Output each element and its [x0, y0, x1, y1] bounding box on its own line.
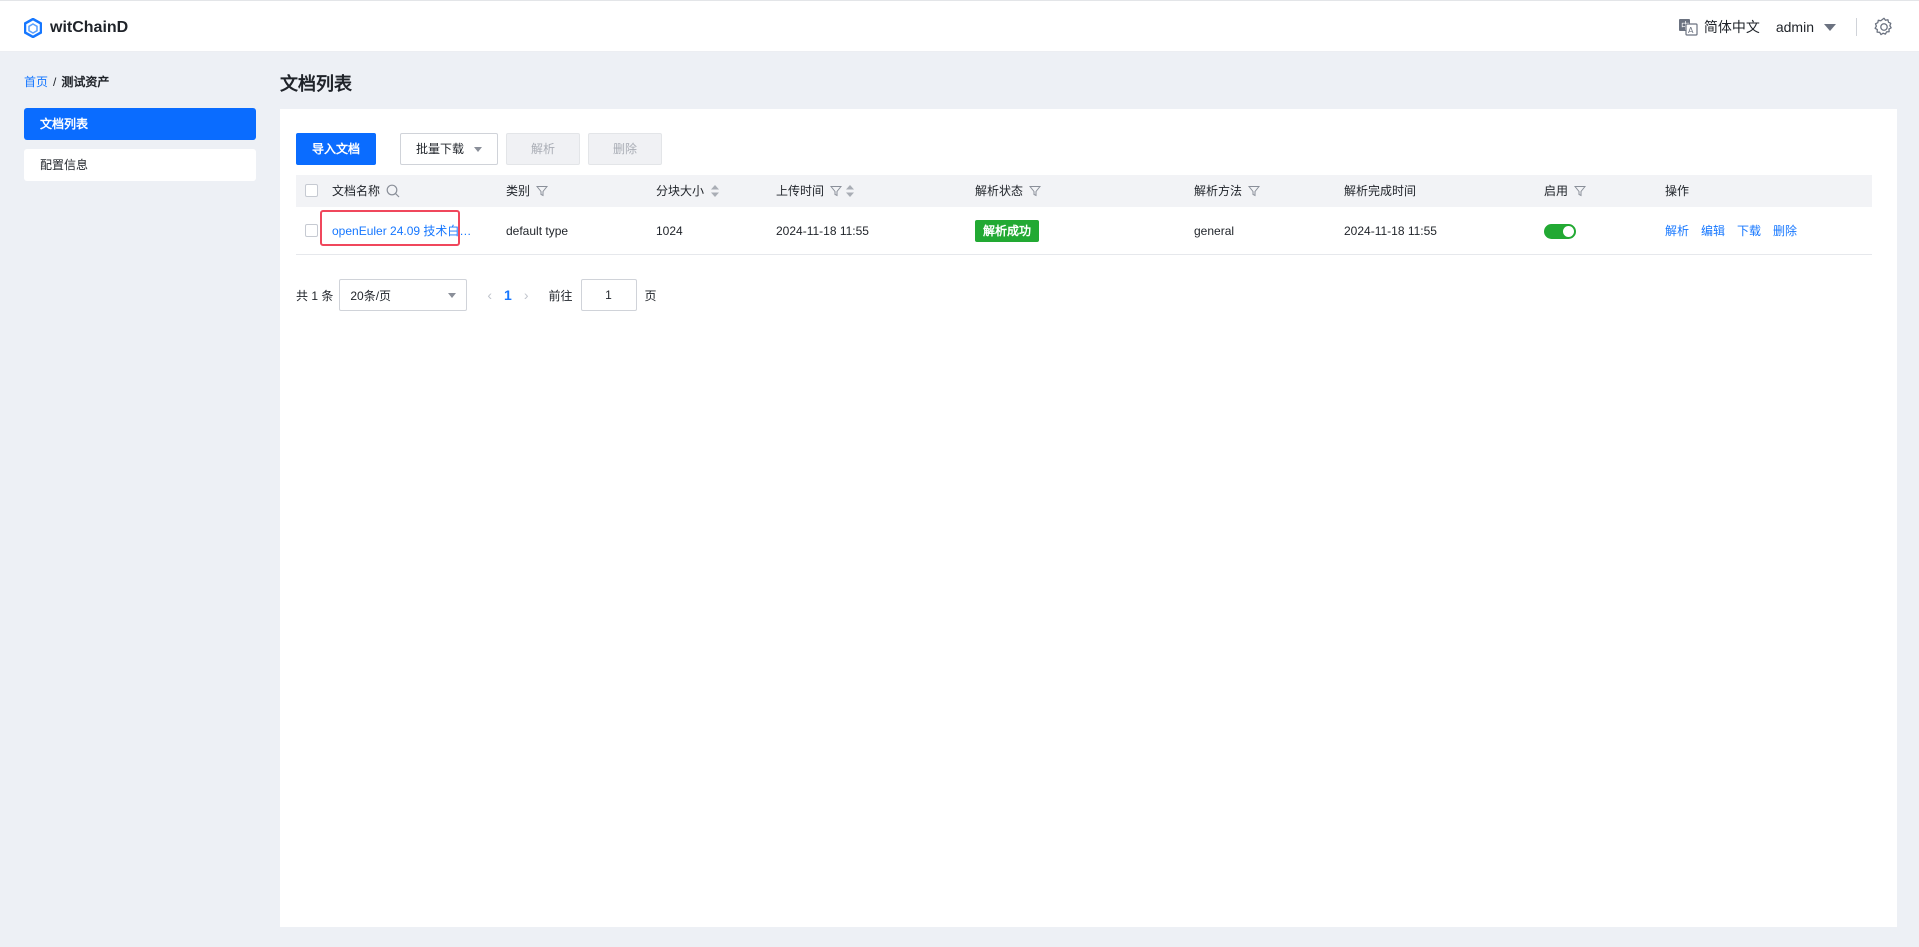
app-name: witChainD — [50, 19, 129, 36]
sort-icon[interactable] — [845, 184, 855, 198]
import-document-button[interactable]: 导入文档 — [296, 133, 376, 165]
column-header-actions: 操作 — [1665, 175, 1689, 207]
filter-icon[interactable] — [1574, 185, 1587, 197]
column-label: 操作 — [1665, 184, 1690, 198]
table-header: 文档名称 类别 分块大小 上传时间 解析状态 解析方法 解析完成时间 启用 操作 — [296, 175, 1872, 207]
column-header-parse-status: 解析状态 — [975, 175, 1042, 207]
filter-icon[interactable] — [1029, 185, 1042, 197]
translate-icon: 中 A — [1678, 19, 1698, 36]
document-name-link[interactable]: openEuler 24.09 技术白… — [332, 207, 472, 255]
goto-label: 前往 — [548, 288, 573, 303]
search-icon[interactable] — [386, 184, 400, 198]
logo-icon — [24, 18, 42, 38]
pagination: 共 1 条 20条/页 ‹ 1 › 前往 1 页 — [296, 279, 657, 311]
toggle-knob — [1563, 226, 1574, 237]
document-upload-time: 2024-11-18 11:55 — [776, 224, 869, 238]
edit-action-link[interactable]: 编辑 — [1701, 207, 1725, 255]
column-header-finish-time: 解析完成时间 — [1344, 175, 1416, 207]
goto-page-input[interactable]: 1 — [580, 279, 637, 311]
row-checkbox[interactable] — [305, 224, 318, 237]
column-label: 文档名称 — [332, 184, 381, 198]
enable-toggle[interactable] — [1544, 224, 1576, 239]
column-header-parse-method: 解析方法 — [1194, 175, 1261, 207]
column-header-enabled: 启用 — [1544, 175, 1587, 207]
chevron-right-icon[interactable]: › — [524, 287, 529, 303]
column-label: 解析状态 — [975, 184, 1024, 198]
document-chunk-size: 1024 — [656, 224, 683, 238]
document-parse-method: general — [1194, 224, 1235, 238]
delete-button[interactable]: 删除 — [588, 133, 662, 165]
breadcrumb-separator: / — [53, 75, 57, 89]
column-header-name: 文档名称 — [332, 175, 400, 207]
page-suffix: 页 — [644, 288, 657, 303]
language-switcher[interactable]: 中 A 简体中文 — [1678, 17, 1760, 37]
sidebar-item-document-list[interactable]: 文档列表 — [24, 108, 256, 140]
logo[interactable]: witChainD — [24, 18, 128, 38]
top-bar: witChainD 中 A 简体中文 admin — [0, 0, 1919, 52]
column-label: 解析方法 — [1194, 184, 1243, 198]
document-category: default type — [506, 224, 569, 238]
table-row: openEuler 24.09 技术白… default type 1024 2… — [296, 207, 1872, 255]
chevron-down-icon — [448, 292, 457, 298]
breadcrumb-home[interactable]: 首页 — [24, 75, 48, 89]
download-action-link[interactable]: 下载 — [1737, 207, 1761, 255]
parse-button[interactable]: 解析 — [506, 133, 580, 165]
document-finish-time: 2024-11-18 11:55 — [1344, 224, 1437, 238]
delete-action-link[interactable]: 删除 — [1773, 207, 1797, 255]
total-count: 共 1 条 — [296, 288, 334, 303]
column-label: 分块大小 — [656, 184, 705, 198]
column-header-chunk-size: 分块大小 — [656, 175, 720, 207]
column-label: 类别 — [506, 184, 531, 198]
breadcrumb-current: 测试资产 — [61, 75, 110, 89]
svg-text:A: A — [1688, 26, 1694, 35]
document-list-card: 导入文档 批量下载 解析 删除 文档名称 类别 分块大小 上传时间 解析状态 解… — [280, 109, 1897, 927]
column-label: 上传时间 — [776, 184, 825, 198]
sort-icon[interactable] — [710, 184, 720, 198]
language-label: 简体中文 — [1703, 19, 1760, 35]
filter-icon[interactable] — [1248, 185, 1261, 197]
chevron-down-icon — [1824, 23, 1836, 31]
filter-icon[interactable] — [536, 185, 549, 197]
column-label: 启用 — [1544, 184, 1569, 198]
parse-action-link[interactable]: 解析 — [1665, 207, 1689, 255]
chevron-left-icon[interactable]: ‹ — [487, 287, 492, 303]
user-menu[interactable]: admin — [1776, 19, 1836, 35]
breadcrumb: 首页 / 测试资产 — [24, 73, 109, 90]
batch-download-label: 批量下载 — [415, 142, 464, 156]
select-all-checkbox[interactable] — [305, 184, 318, 197]
username: admin — [1775, 19, 1814, 35]
gear-icon[interactable] — [1873, 16, 1895, 38]
row-actions: 解析 编辑 下载 删除 — [1665, 207, 1809, 255]
chevron-down-icon — [474, 147, 482, 153]
status-badge: 解析成功 — [975, 220, 1040, 242]
filter-icon[interactable] — [830, 185, 843, 197]
column-header-category: 类别 — [506, 175, 549, 207]
sidebar-item-config-info[interactable]: 配置信息 — [24, 149, 256, 181]
column-header-upload-time: 上传时间 — [776, 175, 855, 207]
page-size-select[interactable]: 20条/页 — [339, 279, 468, 311]
page-title: 文档列表 — [280, 74, 352, 94]
page-size-value: 20条/页 — [350, 288, 392, 303]
column-label: 解析完成时间 — [1344, 184, 1417, 198]
current-page-number[interactable]: 1 — [504, 287, 512, 303]
divider — [1856, 18, 1857, 36]
batch-download-button[interactable]: 批量下载 — [400, 133, 498, 165]
